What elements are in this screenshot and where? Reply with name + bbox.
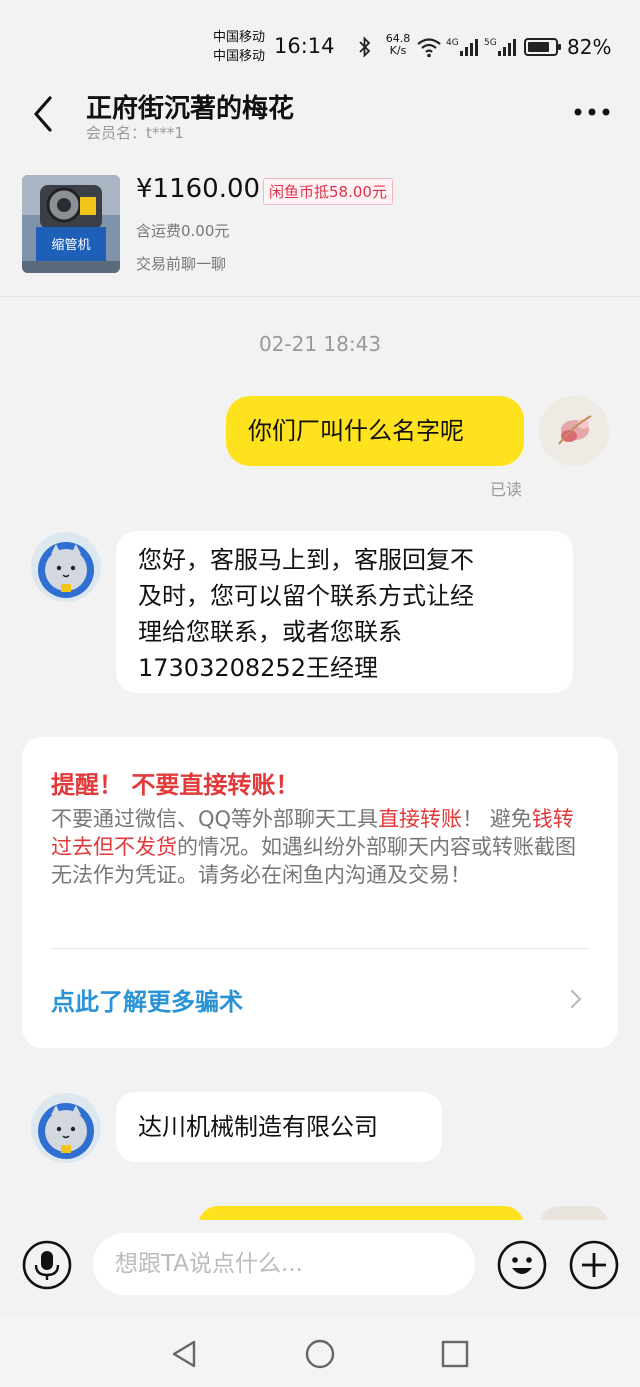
signal-5g-icon: 5G [484,38,516,56]
warning-text: 不要通过微信、QQ等外部聊天工具 [51,807,379,831]
crimping-machine-image: 缩管机 [22,175,120,273]
product-card[interactable]: 缩管机 ¥1160.00 闲鱼币抵58.00元 含运费0.00元 交易前聊一聊 [0,158,640,297]
back-button[interactable] [28,92,64,136]
flower-avatar-image [539,396,609,466]
carrier-1: 中国移动 [213,30,266,45]
message-bubble-incoming[interactable]: 您好，客服马上到，客服回复不 及时，您可以留个联系方式让经 理给您联系，或者您联… [116,531,573,693]
nav-recents-button[interactable] [437,1336,473,1372]
shipping-fee: 含运费0.00元 [136,222,230,240]
system-navigation-bar [0,1316,640,1387]
bluetooth-icon [359,36,371,58]
chat-title: 正府街沉著的梅花 [86,94,295,124]
nav-back-button[interactable] [166,1336,202,1372]
product-price: ¥1160.00 [136,174,261,204]
message-input[interactable] [93,1233,475,1295]
seller-avatar[interactable] [31,1093,101,1163]
cat-astronaut-avatar-image [31,532,101,602]
learn-more-scams-link[interactable]: 点此了解更多骗术 [51,982,243,1017]
chat-input-bar [0,1220,640,1316]
more-button[interactable] [572,100,616,124]
battery-icon [524,38,561,56]
message-bubble-incoming[interactable]: 达川机械制造有限公司 [116,1092,442,1162]
warning-body: 不要通过微信、QQ等外部聊天工具直接转账！ 避免钱转过去但不发货的情况。如遇纠纷… [51,805,591,889]
wifi-icon [417,38,441,58]
chevron-left-icon [34,96,52,132]
warning-highlight: 直接转账 [378,807,463,831]
message-bubble-outgoing[interactable]: 你们厂叫什么名字呢 [226,396,524,466]
message-text: 您好，客服马上到，客服回复不 及时，您可以留个联系方式让经 理给您联系，或者您联… [138,542,474,686]
warning-title: 提醒！ 不要直接转账！ [51,771,300,799]
seller-avatar[interactable] [31,532,101,602]
nav-home-button[interactable] [302,1336,338,1372]
svg-text:5G: 5G [484,38,497,48]
product-image[interactable]: 缩管机 [22,175,120,273]
carrier-labels: 中国移动 中国移动 [213,28,265,66]
network-speed: 64.8 K/s [384,33,412,57]
emoji-button[interactable] [497,1240,547,1290]
warning-text: ！ 避免 [462,807,532,831]
cat-astronaut-avatar-image [31,1093,101,1163]
message-text: 达川机械制造有限公司 [138,1113,378,1141]
message-line: 17303208252王经理 [138,654,378,682]
signal-4g-icon: 4G [446,38,478,56]
message-line: 及时，您可以留个联系方式让经 [138,582,474,610]
chevron-right-icon[interactable] [568,987,584,1011]
prechat-hint: 交易前聊一聊 [136,255,227,273]
svg-text:4G: 4G [446,38,459,48]
chat-header: 正府街沉著的梅花 会员名：t***1 [0,80,640,146]
voice-input-button[interactable] [22,1240,72,1290]
message-line: 理给您联系，或者您联系 [138,618,402,646]
message-line: 您好，客服马上到，客服回复不 [138,546,474,574]
product-image-caption: 缩管机 [51,237,90,253]
network-speed-unit: K/s [389,44,407,57]
status-clock: 16:14 [274,34,335,58]
coin-discount-badge: 闲鱼币抵58.00元 [263,178,393,205]
add-attachment-button[interactable] [569,1240,619,1290]
divider [51,948,589,949]
battery-percent: 82% [567,35,612,59]
my-avatar[interactable] [539,396,609,466]
status-bar: 中国移动 中国移动 16:14 64.8 K/s 4G 5G 82% [0,0,640,80]
message-text: 你们厂叫什么名字呢 [248,417,464,445]
more-dots-icon [574,108,610,116]
anti-fraud-warning-card: 提醒！ 不要直接转账！ 不要通过微信、QQ等外部聊天工具直接转账！ 避免钱转过去… [22,737,618,1048]
member-name: 会员名：t***1 [86,124,184,142]
carrier-2: 中国移动 [213,49,266,64]
chat-timestamp: 02-21 18:43 [258,332,382,356]
read-receipt: 已读 [490,480,523,499]
